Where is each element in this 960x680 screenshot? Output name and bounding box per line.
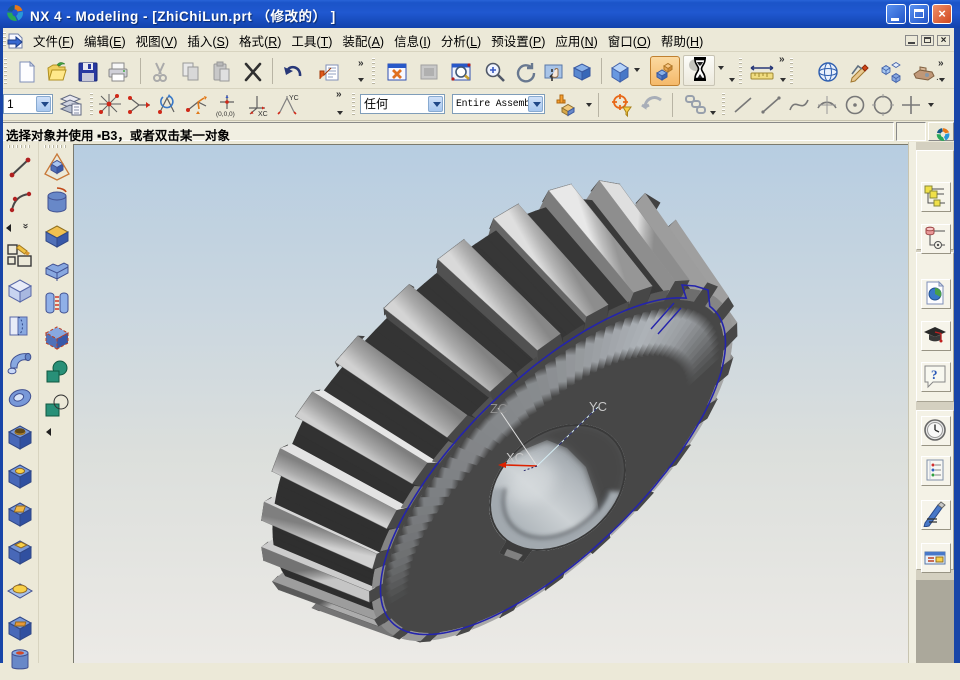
svg-text:?: ? (931, 367, 938, 382)
svg-text:ZC: ZC (490, 401, 507, 416)
svg-text:(0,0,0): (0,0,0) (216, 111, 235, 118)
svg-text:YC: YC (589, 399, 607, 414)
svg-text:XC: XC (506, 450, 524, 465)
svg-text:XC: XC (258, 111, 268, 118)
svg-text:YC: YC (289, 95, 299, 102)
